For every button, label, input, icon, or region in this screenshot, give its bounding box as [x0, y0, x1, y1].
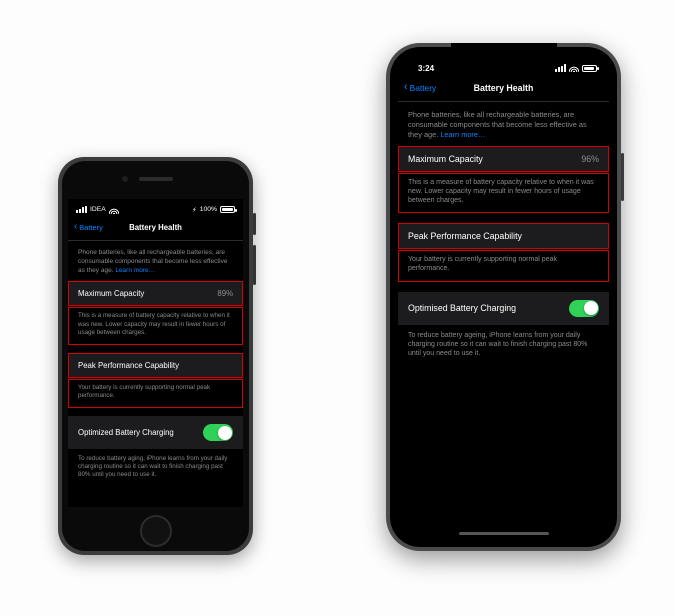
charging-bolt-icon: ⚡︎ [192, 206, 197, 214]
optimised-charging-toggle[interactable] [569, 300, 599, 317]
wifi-icon [569, 64, 579, 72]
side-button [253, 213, 256, 235]
display-notch [451, 43, 557, 63]
chevron-left-icon: ‹ [74, 224, 77, 231]
intro-text: Phone batteries, like all rechargeable b… [398, 102, 609, 145]
optimised-charging-desc: To reduce battery ageing, iPhone learns … [398, 326, 609, 366]
peak-performance-label: Peak Performance Capability [78, 361, 179, 370]
maximum-capacity-row[interactable]: Maximum Capacity 89% [68, 281, 243, 306]
wifi-icon [109, 206, 119, 214]
phone-notch-frame: 3:24 ‹ Battery Battery Health Phone batt… [386, 43, 621, 551]
peak-performance-desc: Your battery is currently supporting nor… [398, 250, 609, 281]
nav-bar: ‹ Battery Battery Health [68, 217, 243, 241]
battery-percent-label: 100% [200, 206, 217, 213]
phone-classic-frame: IDEA ⚡︎ 100% ‹ Battery Battery Health Ph… [58, 157, 253, 555]
home-button[interactable] [140, 515, 172, 547]
maximum-capacity-desc: This is a measure of battery capacity re… [398, 173, 609, 213]
optimised-charging-label: Optimised Battery Charging [408, 303, 516, 313]
learn-more-link[interactable]: Learn more… [440, 130, 485, 139]
signal-bars-icon [76, 206, 87, 214]
back-label: Battery [79, 223, 103, 232]
side-button [621, 153, 624, 201]
maximum-capacity-row[interactable]: Maximum Capacity 96% [398, 146, 609, 172]
peak-performance-label: Peak Performance Capability [408, 231, 522, 241]
peak-performance-row[interactable]: Peak Performance Capability [398, 223, 609, 249]
maximum-capacity-value: 96% [581, 154, 599, 164]
signal-bars-icon [555, 64, 566, 72]
optimized-charging-desc: To reduce battery aging, iPhone learns f… [68, 450, 243, 487]
peak-performance-desc: Your battery is currently supporting nor… [68, 379, 243, 408]
volume-buttons [253, 245, 256, 285]
intro-text: Phone batteries, like all rechargeable b… [68, 241, 243, 280]
maximum-capacity-value: 89% [217, 289, 233, 298]
battery-icon [220, 206, 235, 213]
screen: IDEA ⚡︎ 100% ‹ Battery Battery Health Ph… [68, 199, 243, 507]
clock-label: 3:24 [418, 64, 434, 73]
optimized-charging-label: Optimized Battery Charging [78, 428, 174, 437]
nav-bar: ‹ Battery Battery Health [398, 77, 609, 102]
optimized-charging-row[interactable]: Optimized Battery Charging [68, 416, 243, 449]
maximum-capacity-label: Maximum Capacity [408, 154, 483, 164]
maximum-capacity-label: Maximum Capacity [78, 289, 144, 298]
screen: 3:24 ‹ Battery Battery Health Phone batt… [398, 55, 609, 539]
back-button[interactable]: ‹ Battery [404, 83, 436, 93]
optimised-charging-row[interactable]: Optimised Battery Charging [398, 292, 609, 325]
carrier-label: IDEA [90, 206, 106, 213]
maximum-capacity-desc: This is a measure of battery capacity re… [68, 307, 243, 344]
status-bar: IDEA ⚡︎ 100% [68, 199, 243, 217]
learn-more-link[interactable]: Learn more… [115, 267, 155, 274]
front-camera [122, 176, 128, 182]
battery-icon [582, 65, 597, 72]
back-button[interactable]: ‹ Battery [74, 223, 103, 232]
optimized-charging-toggle[interactable] [203, 424, 233, 441]
back-label: Battery [410, 83, 437, 93]
home-indicator[interactable] [459, 532, 549, 536]
earpiece [139, 177, 173, 181]
chevron-left-icon: ‹ [404, 84, 408, 92]
peak-performance-row[interactable]: Peak Performance Capability [68, 353, 243, 378]
